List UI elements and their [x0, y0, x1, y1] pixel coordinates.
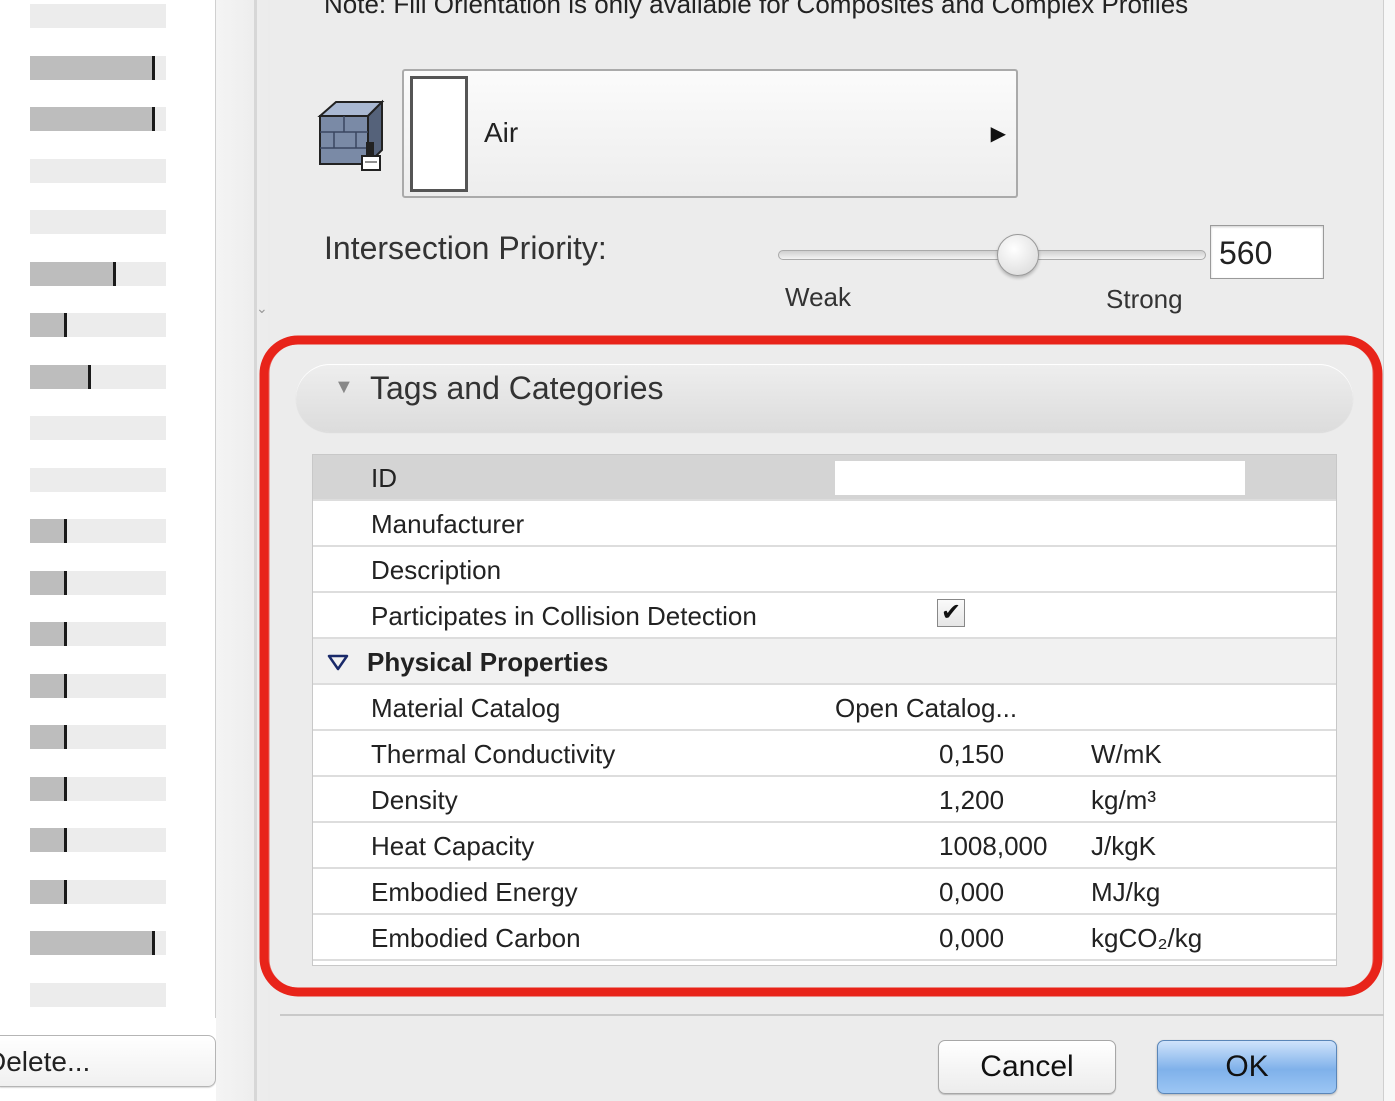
row-label: Embodied Carbon [371, 923, 581, 953]
list-item[interactable] [30, 313, 166, 337]
list-item[interactable] [30, 776, 166, 801]
table-row-collision[interactable]: Participates in Collision Detection ✔ [313, 593, 1336, 639]
table-row-id[interactable]: ID [313, 455, 1336, 501]
scrollbar-track[interactable] [1383, 0, 1395, 1101]
list-item[interactable] [30, 519, 166, 543]
list-item[interactable] [30, 364, 166, 389]
list-item[interactable] [30, 828, 166, 852]
collision-detection-checkbox[interactable]: ✔ [937, 599, 965, 627]
intersection-priority-input[interactable]: 560 [1210, 225, 1324, 279]
density-value[interactable]: 1,200 [939, 785, 1004, 816]
intersection-priority-label: Intersection Priority: [324, 230, 607, 266]
row-label: Thermal Conductivity [371, 739, 616, 769]
embodied-carbon-value[interactable]: 0,000 [939, 923, 1004, 954]
list-item-level-bar [30, 519, 67, 543]
list-item[interactable] [30, 4, 166, 28]
tags-categories-title: Tags and Categories [370, 370, 664, 406]
fill-selector-button[interactable]: Air ▶ [402, 69, 1018, 198]
list-item-level-bar [30, 313, 67, 337]
collapse-triangle-icon[interactable]: ▼ [334, 376, 354, 399]
fill-orientation-note: Note: Fill Orientation is only available… [324, 0, 1189, 19]
list-item-level-bar [30, 828, 67, 852]
delete-button[interactable]: Delete... [0, 1035, 216, 1087]
row-label: Density [371, 785, 458, 815]
unit-label: kgCO₂/kg [1091, 923, 1203, 953]
submenu-arrow-icon: ▶ [990, 123, 1006, 145]
tags-categories-header[interactable]: ▼ Tags and Categories [296, 364, 1353, 432]
embodied-energy-value[interactable]: 0,000 [939, 877, 1004, 908]
group-row-physical-properties[interactable]: Physical Properties [313, 639, 1336, 685]
list-item[interactable] [30, 107, 166, 131]
table-row-density[interactable]: Density 1,200 kg/m³ [313, 777, 1336, 823]
list-item-level-bar [30, 622, 67, 646]
fill-swatch [410, 76, 468, 192]
list-item[interactable] [30, 158, 166, 183]
row-label: Manufacturer [371, 509, 525, 539]
list-item-level-bar [30, 364, 92, 389]
list-item-level-bar [30, 107, 156, 131]
table-row-material-catalog[interactable]: Material Catalog Open Catalog... [313, 685, 1336, 731]
panel-splitter[interactable] [216, 0, 270, 1101]
id-input[interactable] [835, 461, 1245, 495]
list-item-level-bar [30, 931, 156, 955]
dialog-window: Delete... ⌄ Note: Fill Orientation is on… [0, 0, 1395, 1101]
properties-table: ID Manufacturer Description Participates… [312, 454, 1337, 966]
open-catalog-link[interactable]: Open Catalog... [835, 693, 1017, 724]
list-item[interactable] [30, 416, 166, 440]
unit-label: MJ/kg [1091, 877, 1161, 907]
table-row-manufacturer[interactable]: Manufacturer [313, 501, 1336, 547]
list-item[interactable] [30, 55, 166, 80]
table-row-thermal-conductivity[interactable]: Thermal Conductivity 0,150 W/mK [313, 731, 1336, 777]
list-item[interactable] [30, 725, 166, 749]
list-item-level-bar [30, 570, 67, 595]
left-list-panel [0, 0, 216, 1018]
surface-brush-icon [317, 99, 385, 171]
table-row-heat-capacity[interactable]: Heat Capacity 1008,000 J/kgK [313, 823, 1336, 869]
intersection-priority-slider[interactable] [778, 250, 1206, 260]
splitter-divider [254, 0, 257, 1101]
heat-capacity-value[interactable]: 1008,000 [939, 831, 1047, 862]
list-item-level-bar [30, 261, 116, 286]
list-item[interactable] [30, 570, 166, 595]
slider-weak-label: Weak [785, 282, 851, 312]
table-row-embodied-energy[interactable]: Embodied Energy 0,000 MJ/kg [313, 869, 1336, 915]
footer-divider [280, 1014, 1384, 1016]
disclosure-triangle-icon[interactable] [327, 651, 349, 673]
thermal-conductivity-value[interactable]: 0,150 [939, 739, 1004, 770]
list-item-level-bar [30, 776, 67, 801]
list-item[interactable] [30, 210, 166, 234]
list-item[interactable] [30, 673, 166, 698]
cancel-button[interactable]: Cancel [938, 1040, 1116, 1094]
row-label: Description [371, 555, 502, 585]
group-label: Physical Properties [367, 647, 609, 677]
list-item[interactable] [30, 931, 166, 955]
row-label: Participates in Collision Detection [371, 601, 757, 631]
delete-button-label: Delete... [0, 1046, 91, 1077]
list-item[interactable] [30, 261, 166, 286]
list-item[interactable] [30, 982, 166, 1007]
list-item[interactable] [30, 467, 166, 492]
splitter-handle-icon[interactable]: ⌄ [256, 300, 268, 317]
list-item-level-bar [30, 55, 156, 80]
table-row-embodied-carbon[interactable]: Embodied Carbon 0,000 kgCO₂/kg [313, 915, 1336, 961]
list-item-level-bar [30, 673, 67, 698]
unit-label: W/mK [1091, 739, 1162, 769]
slider-thumb[interactable] [996, 234, 1039, 276]
row-label: Embodied Energy [371, 877, 578, 907]
table-row-description[interactable]: Description [313, 547, 1336, 593]
row-label: ID [371, 463, 397, 493]
list-item[interactable] [30, 622, 166, 646]
list-item-level-bar [30, 725, 67, 749]
list-item[interactable] [30, 879, 166, 904]
unit-label: kg/m³ [1091, 785, 1156, 815]
slider-strong-label: Strong [1106, 284, 1183, 314]
list-item-level-bar [30, 879, 67, 904]
unit-label: J/kgK [1091, 831, 1157, 861]
row-label: Heat Capacity [371, 831, 535, 861]
fill-name: Air [484, 117, 519, 148]
ok-button[interactable]: OK [1157, 1040, 1337, 1094]
row-label: Material Catalog [371, 693, 561, 723]
